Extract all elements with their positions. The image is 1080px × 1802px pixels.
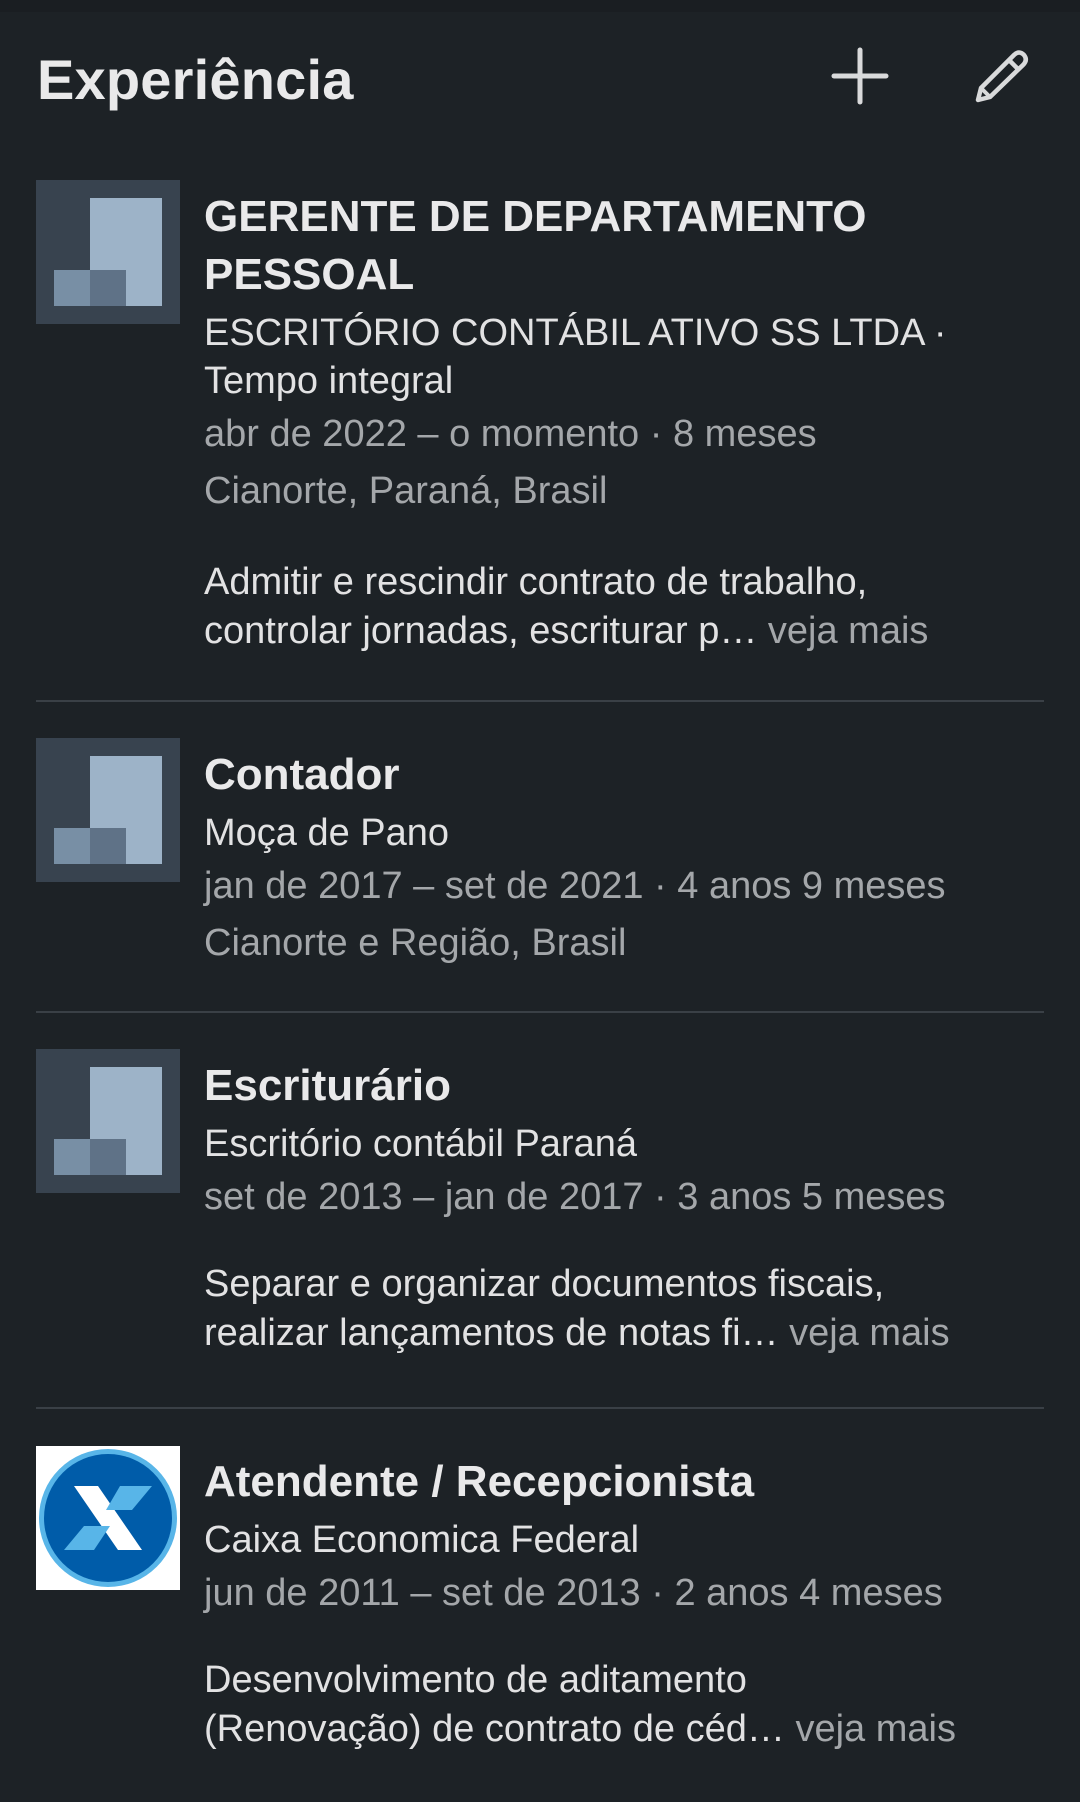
duration: 8 meses	[672, 413, 817, 455]
date-range: jun de 2011 – set de 2013	[204, 1572, 641, 1614]
description: Admitir e rescindir contrato de trabalho…	[204, 558, 1044, 656]
company-name: Moça de Pano	[204, 812, 450, 854]
job-title: Contador	[204, 750, 400, 799]
experience-item[interactable]: GERENTE DE DEPARTAMENTO PESSOAL ESCRITÓR…	[36, 156, 1044, 700]
dates-line: abr de 2022 – o momento · 8 meses	[204, 406, 1044, 463]
description-line: (Renovação) de contrato de céd…	[204, 1708, 785, 1750]
dates-line: jun de 2011 – set de 2013 · 2 anos 4 mes…	[204, 1565, 1044, 1622]
job-title: Escriturário	[204, 1061, 451, 1110]
job-title: GERENTE DE DEPARTAMENTO PESSOAL	[204, 188, 1044, 304]
date-range: jan de 2017 – set de 2021	[204, 865, 644, 907]
plus-icon	[831, 47, 889, 105]
experience-list: GERENTE DE DEPARTAMENTO PESSOAL ESCRITÓR…	[0, 156, 1080, 1789]
description: Desenvolvimento de aditamento (Renovação…	[204, 1656, 1044, 1754]
see-more-link[interactable]: veja mais	[768, 610, 929, 652]
add-experience-button[interactable]	[820, 36, 900, 116]
experience-item[interactable]: Escriturário Escritório contábil Paraná …	[36, 1013, 1044, 1407]
job-title: Atendente / Recepcionista	[204, 1457, 755, 1506]
experience-item[interactable]: Contador Moça de Pano jan de 2017 – set …	[36, 702, 1044, 1011]
pencil-icon	[975, 50, 1028, 103]
description-line: Admitir e rescindir contrato de trabalho…	[204, 561, 868, 603]
separator: ·	[643, 1176, 678, 1218]
dates-line: set de 2013 – jan de 2017 · 3 anos 5 mes…	[204, 1169, 1044, 1226]
date-range: abr de 2022 – o momento	[204, 413, 640, 455]
duration: 4 anos 9 meses	[677, 865, 946, 907]
section-actions	[820, 36, 1042, 116]
edit-experience-button[interactable]	[962, 36, 1042, 116]
description-line: realizar lançamentos de notas fi…	[204, 1312, 779, 1354]
duration: 2 anos 4 meses	[674, 1572, 943, 1614]
description-line: controlar jornadas, escriturar p…	[204, 610, 758, 652]
location: Cianorte, Paraná, Brasil	[204, 470, 608, 512]
description: Separar e organizar documentos fiscais, …	[204, 1260, 1044, 1358]
see-more-link[interactable]: veja mais	[789, 1312, 950, 1354]
description-line: Separar e organizar documentos fiscais,	[204, 1263, 885, 1305]
date-range: set de 2013 – jan de 2017	[204, 1176, 644, 1218]
caixa-x-icon	[39, 1449, 177, 1587]
company-line: ESCRITÓRIO CONTÁBIL ATIVO SS LTDA · Temp…	[204, 309, 1044, 405]
company-name: Escritório contábil Paraná	[204, 1123, 637, 1165]
company-placeholder-icon[interactable]	[36, 1049, 180, 1193]
description-line: Desenvolvimento de aditamento	[204, 1659, 747, 1701]
dates-line: jan de 2017 – set de 2021 · 4 anos 9 mes…	[204, 858, 1044, 915]
company-placeholder-icon[interactable]	[36, 180, 180, 324]
separator: ·	[639, 413, 673, 455]
separator: ·	[923, 312, 947, 354]
location: Cianorte e Região, Brasil	[204, 922, 627, 964]
status-bar-edge	[0, 0, 1080, 12]
company-name: ESCRITÓRIO CONTÁBIL ATIVO SS LTDA	[204, 312, 924, 354]
separator: ·	[643, 865, 678, 907]
experience-item[interactable]: Atendente / Recepcionista Caixa Economic…	[36, 1409, 1044, 1789]
job-title-line: GERENTE DE DEPARTAMENTO	[204, 192, 867, 241]
see-more-link[interactable]: veja mais	[795, 1708, 956, 1750]
job-title-line: PESSOAL	[204, 250, 415, 299]
duration: 3 anos 5 meses	[677, 1176, 946, 1218]
separator: ·	[640, 1572, 675, 1614]
employment-type: Tempo integral	[204, 360, 454, 402]
company-name: Caixa Economica Federal	[204, 1519, 640, 1561]
section-title: Experiência	[37, 48, 354, 111]
caixa-logo-icon[interactable]	[36, 1446, 180, 1590]
company-placeholder-icon[interactable]	[36, 738, 180, 882]
